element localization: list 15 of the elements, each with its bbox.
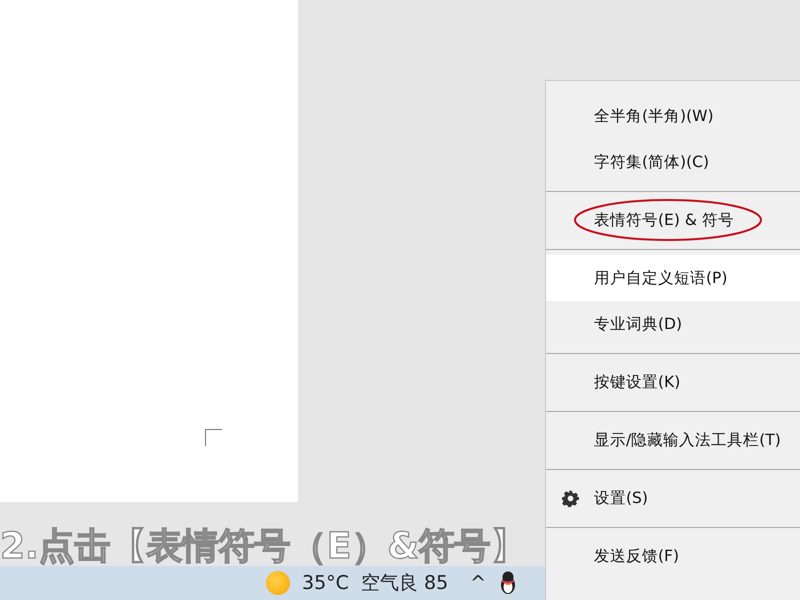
air-quality-text[interactable]: 空气良 85 — [360, 570, 448, 596]
menu-item[interactable]: 显示/隐藏输入法工具栏(T) — [546, 417, 800, 463]
menu-item[interactable]: 用户自定义短语(P) — [546, 255, 800, 301]
menu-item[interactable]: 设置(S) — [546, 475, 800, 521]
menu-item[interactable]: 专业词典(D) — [546, 301, 800, 347]
tray-chevron[interactable]: ^ — [470, 572, 486, 594]
menu-item[interactable]: 字符集(简体)(C) — [546, 139, 800, 185]
menu-item[interactable]: 表情符号(E) & 符号 — [546, 197, 800, 243]
temperature-text[interactable]: 35°C — [302, 572, 349, 594]
settings-icon — [562, 490, 579, 507]
menu-item[interactable]: 发送反馈(F) — [546, 533, 800, 579]
menu-item[interactable]: 全半角(半角)(W) — [546, 93, 800, 139]
subtitle-caption: 2.点击【表情符号（E）&符号】 — [0, 524, 527, 568]
corner-mark-icon — [205, 429, 222, 446]
menu-item[interactable]: 按键设置(K) — [546, 359, 800, 405]
